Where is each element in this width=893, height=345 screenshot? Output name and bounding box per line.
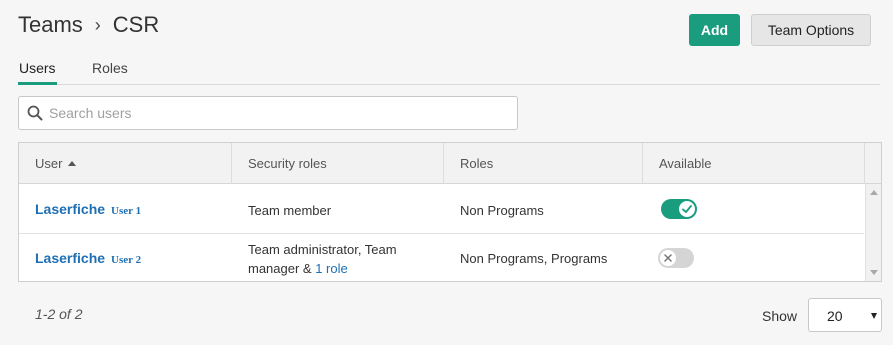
tab-roles[interactable]: Roles [92,60,128,82]
more-roles-link[interactable]: 1 role [315,261,348,276]
x-icon [664,254,672,262]
user-name-link[interactable]: Laserfiche [35,250,105,266]
users-table: User Security roles Roles Available Lase… [18,142,882,282]
tab-bar: Users Roles [18,60,880,85]
search-box [18,96,518,130]
column-header-available[interactable]: Available [643,143,865,184]
available-toggle[interactable] [658,248,694,268]
add-button[interactable]: Add [689,14,740,46]
user-cell: Laserfiche User 2 [35,250,141,266]
table-row: Laserfiche User 2 Team administrator, Tea… [19,234,864,282]
column-header-security-roles[interactable]: Security roles [232,143,444,184]
breadcrumb-separator: › [94,14,101,35]
sort-ascending-icon [68,161,77,167]
tab-users[interactable]: Users [18,60,57,85]
chevron-down-icon [871,313,877,319]
user-tag: User 1 [111,205,142,217]
search-input[interactable] [49,101,509,125]
page-title: CSR [112,12,160,37]
page-size-select[interactable]: 20 [808,298,882,332]
user-tag: User 2 [111,254,142,266]
user-name-link[interactable]: Laserfiche [35,201,105,217]
available-toggle[interactable] [661,199,697,219]
table-scrollbar[interactable] [865,184,881,281]
column-header-user[interactable]: User [19,143,232,184]
user-cell: Laserfiche User 1 [35,201,141,217]
scroll-down-icon[interactable] [870,270,878,275]
roles-cell: Non Programs, Programs [460,251,608,266]
roles-cell: Non Programs [460,203,544,218]
breadcrumb-root[interactable]: Teams [18,12,83,38]
toggle-knob [660,250,676,266]
scroll-up-icon[interactable] [870,190,878,195]
column-header-roles[interactable]: Roles [444,143,643,184]
security-roles-cell: Team administrator, Team manager & 1 rol… [248,242,397,276]
show-label: Show [762,308,798,324]
table-header: User Security roles Roles Available [19,143,881,184]
table-row: Laserfiche User 1 Team member Non Program… [19,185,864,234]
security-roles-cell: Team member [248,203,332,218]
toggle-knob [679,201,695,217]
paging-info: 1-2 of 2 [35,306,83,322]
breadcrumb: Teams › CSR [18,12,159,38]
check-icon [682,205,692,213]
search-icon [27,105,43,121]
page-size-value: 20 [827,308,843,324]
team-options-button[interactable]: Team Options [751,14,871,46]
